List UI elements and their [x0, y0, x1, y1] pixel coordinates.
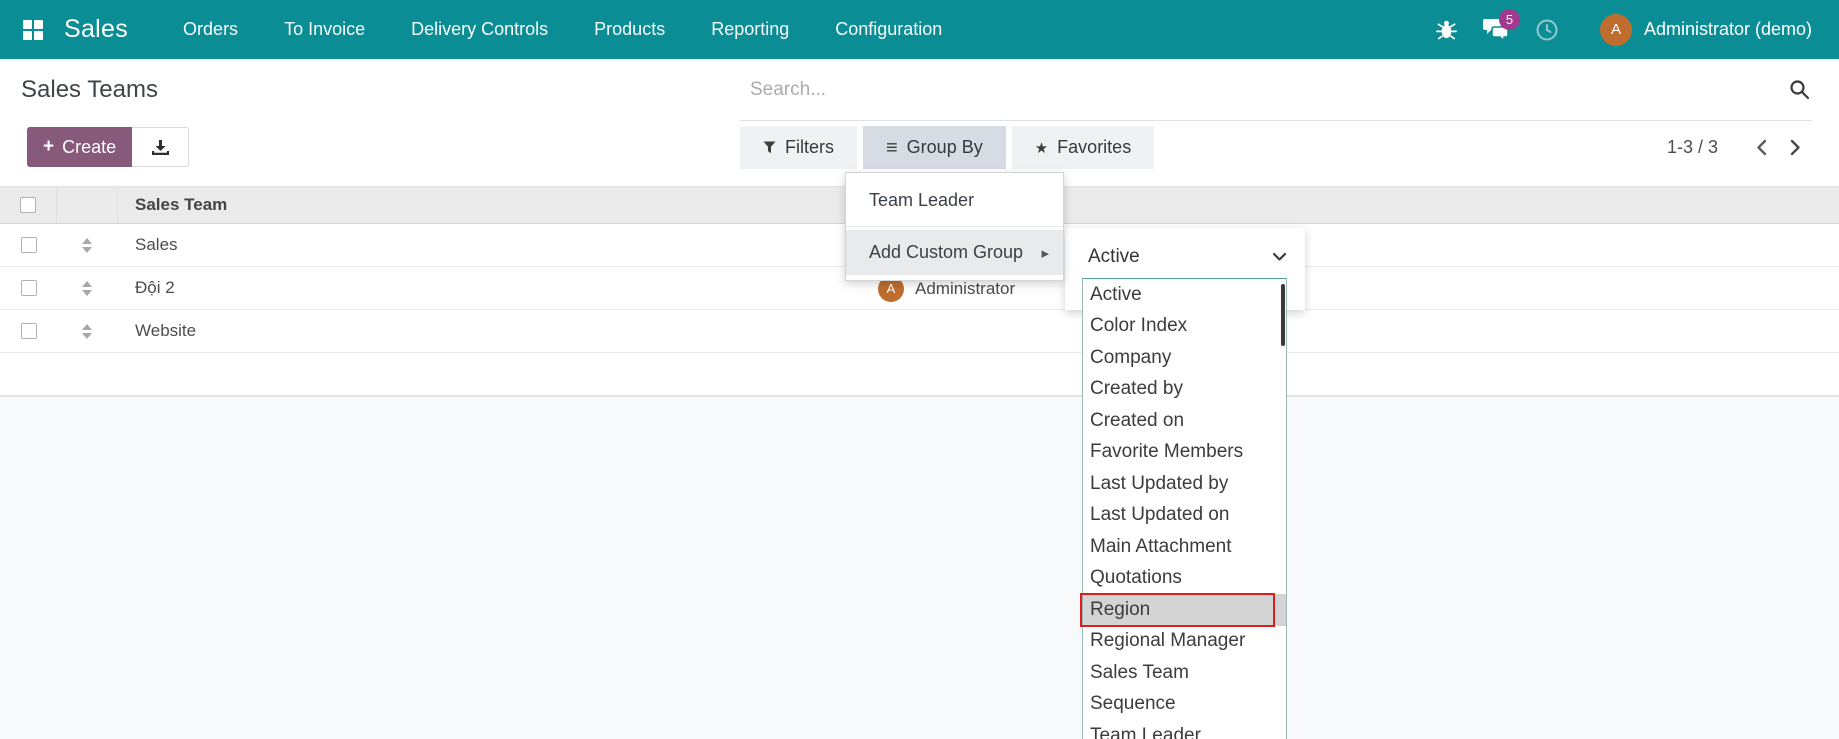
app-menu: Orders To Invoice Delivery Controls Prod…: [160, 0, 965, 59]
row-checkbox[interactable]: [20, 237, 37, 253]
leader-name: Administrator: [915, 278, 1016, 298]
page-title: Sales Teams: [21, 76, 158, 103]
search-bar: [740, 59, 1812, 121]
drag-handle-icon[interactable]: [82, 237, 92, 253]
select-option-region[interactable]: Region: [1080, 593, 1286, 626]
export-download-button[interactable]: [132, 127, 190, 167]
menu-reporting[interactable]: Reporting: [688, 0, 812, 59]
filter-toolbar: Filters ≡ Group By ★ Favorites: [740, 126, 1160, 169]
chevron-down-icon: [1272, 252, 1287, 261]
drag-handle-icon[interactable]: [82, 280, 92, 296]
favorites-label: Favorites: [1057, 137, 1132, 157]
caret-right-icon: ▸: [1041, 244, 1049, 262]
menu-configuration[interactable]: Configuration: [812, 0, 965, 59]
select-option[interactable]: Main Attachment: [1083, 531, 1286, 563]
apps-menu-icon[interactable]: [16, 13, 50, 47]
group-by-option-team-leader[interactable]: Team Leader: [846, 178, 1063, 223]
create-button[interactable]: + Create: [27, 127, 133, 167]
user-name: Administrator (demo): [1643, 19, 1812, 39]
menu-delivery-controls[interactable]: Delivery Controls: [388, 0, 571, 59]
select-option[interactable]: Last Updated on: [1083, 500, 1286, 532]
menu-products[interactable]: Products: [571, 0, 688, 59]
favorites-button[interactable]: ★ Favorites: [1011, 126, 1155, 169]
select-option[interactable]: Regional Manager: [1083, 626, 1286, 658]
top-navbar: Sales Orders To Invoice Delivery Control…: [0, 0, 1839, 59]
user-avatar: A: [1599, 13, 1632, 46]
messages-icon[interactable]: 5: [1472, 9, 1522, 41]
select-option[interactable]: Team Leader: [1083, 720, 1286, 739]
select-option[interactable]: Quotations: [1083, 563, 1286, 595]
menu-to-invoice[interactable]: To Invoice: [261, 0, 388, 59]
select-option[interactable]: Last Updated by: [1083, 468, 1286, 500]
select-option[interactable]: Sequence: [1083, 689, 1286, 721]
filters-button[interactable]: Filters: [740, 126, 857, 169]
filter-funnel-icon: [763, 141, 776, 154]
add-custom-group-label: Add Custom Group: [869, 242, 1024, 262]
download-icon: [151, 139, 169, 155]
debug-bug-icon[interactable]: [1422, 18, 1472, 41]
table-row[interactable]: Website: [0, 310, 1839, 353]
menu-orders[interactable]: Orders: [160, 0, 261, 59]
group-by-button[interactable]: ≡ Group By: [863, 126, 1006, 169]
row-checkbox[interactable]: [20, 323, 37, 339]
group-by-bars-icon: ≡: [886, 136, 898, 159]
chevron-right-icon: [1790, 139, 1800, 156]
search-icon[interactable]: [1789, 79, 1810, 100]
create-button-label: Create: [62, 136, 117, 157]
app-brand-title[interactable]: Sales: [64, 15, 128, 44]
selected-field-value: Active: [1088, 246, 1140, 267]
select-option[interactable]: Created on: [1083, 405, 1286, 437]
select-all-checkbox[interactable]: [20, 197, 36, 213]
group-by-label: Group By: [906, 137, 983, 157]
handle-column-header: [57, 187, 117, 223]
team-name-cell: Website: [135, 321, 197, 340]
menu-divider: [846, 226, 1063, 227]
messages-badge: 5: [1498, 9, 1520, 30]
select-option[interactable]: Active: [1083, 279, 1286, 311]
field-select-option-list: Active Color Index Company Created by Cr…: [1080, 278, 1287, 739]
systray: 5 A Administrator (demo): [1422, 9, 1839, 46]
create-button-group: + Create: [27, 127, 190, 167]
sales-teams-page: Sales Orders To Invoice Delivery Control…: [0, 0, 1839, 739]
plus-icon: +: [43, 136, 55, 157]
select-option[interactable]: Sales Team: [1083, 657, 1286, 689]
add-custom-group-item[interactable]: Add Custom Group ▸: [846, 230, 1063, 275]
pager-next-button[interactable]: [1778, 131, 1812, 165]
group-by-dropdown-menu: Team Leader Add Custom Group ▸: [845, 172, 1064, 281]
select-option[interactable]: Company: [1083, 342, 1286, 374]
row-checkbox[interactable]: [20, 280, 37, 296]
select-option[interactable]: Created by: [1083, 374, 1286, 406]
filters-label: Filters: [785, 137, 834, 157]
favorites-star-icon: ★: [1034, 139, 1049, 157]
custom-group-field-select[interactable]: Active: [1065, 232, 1305, 282]
pager: 1-3 / 3: [1667, 126, 1812, 169]
chevron-left-icon: [1756, 139, 1766, 156]
pager-previous-button[interactable]: [1744, 131, 1778, 165]
activities-clock-icon[interactable]: [1522, 18, 1572, 42]
select-list-scrollbar[interactable]: [1281, 284, 1285, 346]
search-input[interactable]: [740, 78, 1789, 101]
drag-handle-icon[interactable]: [82, 323, 92, 339]
select-option[interactable]: Color Index: [1083, 311, 1286, 343]
user-menu[interactable]: A Administrator (demo): [1599, 13, 1812, 46]
pager-range: 1-3 / 3: [1666, 137, 1718, 157]
select-option[interactable]: Favorite Members: [1083, 437, 1286, 469]
